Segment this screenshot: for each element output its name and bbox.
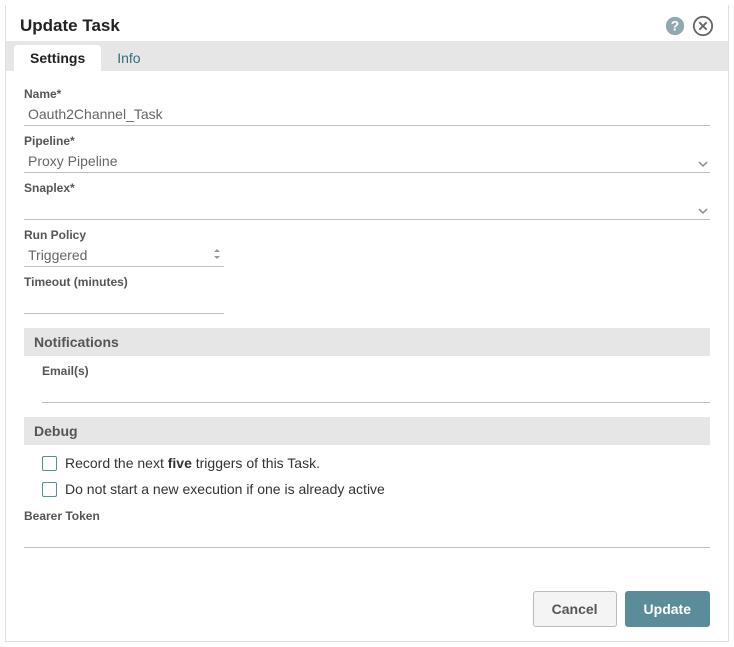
pipeline-select[interactable] <box>24 150 710 173</box>
emails-label: Email(s) <box>42 364 710 378</box>
pipeline-input[interactable] <box>24 150 710 173</box>
close-icon[interactable] <box>692 15 714 37</box>
record-triggers-checkbox[interactable] <box>42 456 57 471</box>
no-start-checkbox[interactable] <box>42 482 57 497</box>
no-start-label: Do not start a new execution if one is a… <box>65 481 385 497</box>
cancel-button[interactable]: Cancel <box>533 591 617 627</box>
snaplex-select[interactable] <box>24 197 710 220</box>
runpolicy-label: Run Policy <box>24 228 710 242</box>
text-pre: Record the next <box>65 455 168 471</box>
update-task-dialog: Update Task ? Settings Info Name* Pipeli… <box>5 5 729 642</box>
timeout-input[interactable] <box>24 291 224 314</box>
name-label: Name* <box>24 87 710 101</box>
emails-input[interactable] <box>42 380 710 403</box>
pipeline-label: Pipeline* <box>24 134 710 148</box>
tab-bar: Settings Info <box>6 41 728 71</box>
tab-settings[interactable]: Settings <box>14 45 101 71</box>
svg-text:?: ? <box>671 19 679 34</box>
text-post: triggers of this Task. <box>192 455 320 471</box>
snaplex-input[interactable] <box>24 197 710 220</box>
dialog-footer: Cancel Update <box>533 591 710 627</box>
dialog-header: Update Task ? <box>6 5 728 41</box>
timeout-label: Timeout (minutes) <box>24 275 710 289</box>
debug-body: Record the next five triggers of this Ta… <box>24 455 710 497</box>
debug-nostart-row: Do not start a new execution if one is a… <box>42 481 710 497</box>
text-bold: five <box>168 455 192 471</box>
bearer-label: Bearer Token <box>24 509 710 523</box>
dialog-title: Update Task <box>20 16 120 36</box>
name-input[interactable] <box>24 103 710 126</box>
runpolicy-input[interactable] <box>24 244 224 267</box>
update-button[interactable]: Update <box>625 591 710 627</box>
debug-record-row: Record the next five triggers of this Ta… <box>42 455 710 471</box>
dialog-body: Name* Pipeline* Snaplex* Run Policy Time… <box>6 71 728 548</box>
runpolicy-select[interactable] <box>24 244 224 267</box>
header-icons: ? <box>664 15 714 37</box>
help-icon[interactable]: ? <box>664 15 686 37</box>
tab-info[interactable]: Info <box>101 45 156 71</box>
notifications-body: Email(s) <box>24 364 710 403</box>
debug-section: Debug <box>24 417 710 445</box>
notifications-section: Notifications <box>24 328 710 356</box>
snaplex-label: Snaplex* <box>24 181 710 195</box>
record-triggers-label: Record the next five triggers of this Ta… <box>65 455 320 471</box>
bearer-input[interactable] <box>24 525 710 548</box>
